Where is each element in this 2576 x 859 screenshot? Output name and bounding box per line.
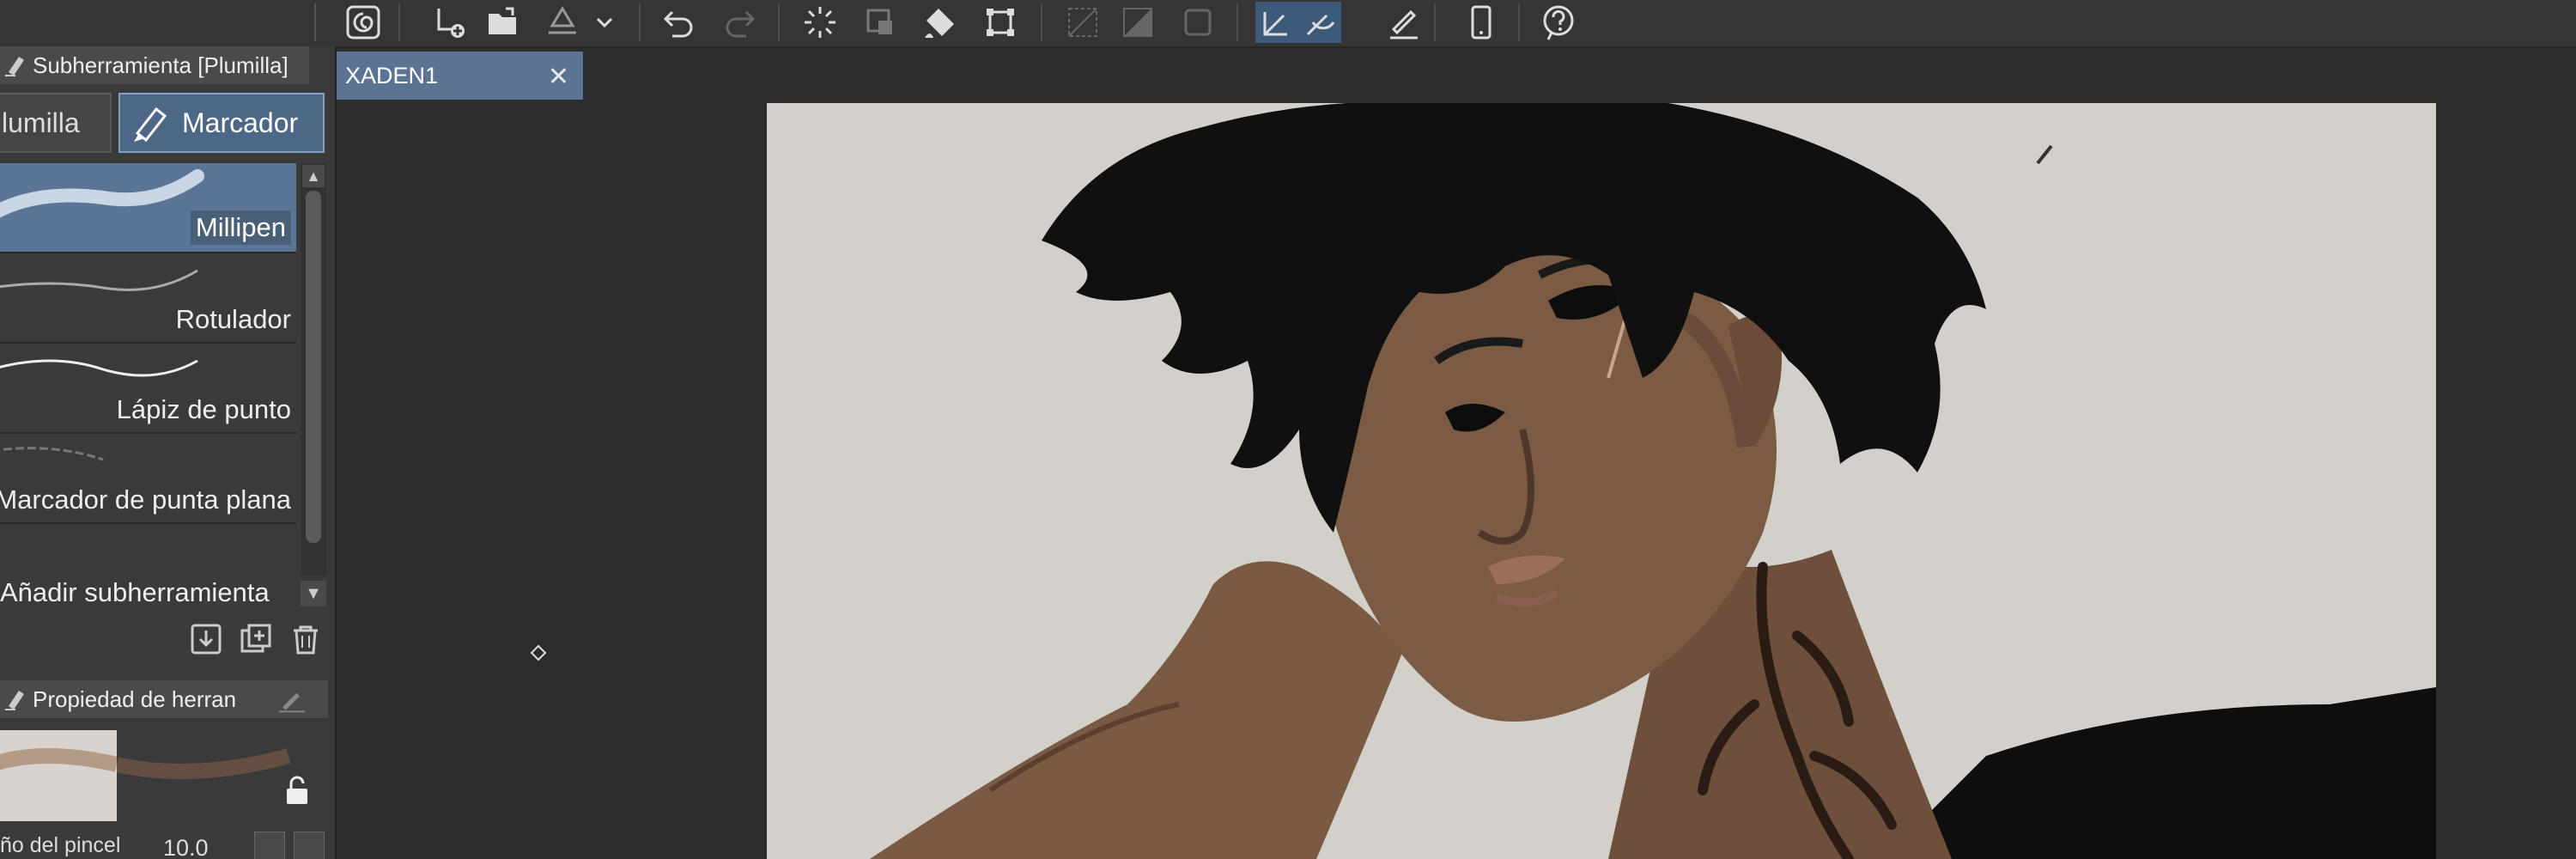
loading-icon[interactable] (799, 2, 841, 43)
snap-icon[interactable] (1255, 2, 1298, 43)
redo-icon[interactable] (718, 2, 761, 43)
brush-item-lapiz-de-punto[interactable]: Lápiz de punto (0, 344, 296, 434)
export-icon[interactable] (541, 2, 584, 43)
help-icon[interactable] (1537, 2, 1580, 43)
new-layer-icon[interactable] (429, 2, 472, 43)
import-icon[interactable] (187, 620, 225, 658)
brush-name: Rotulador (175, 304, 291, 334)
pen-tool-icon (5, 691, 24, 710)
pen-edit-icon[interactable] (276, 684, 307, 715)
brush-name: Marcador de punta plana (0, 484, 291, 515)
deselect-icon[interactable] (1061, 2, 1104, 43)
toolbar-separator (1518, 3, 1520, 41)
toolbar-separator (1041, 3, 1042, 41)
tab-plumilla-label: lumilla (2, 107, 80, 138)
main-toolbar (0, 0, 2576, 48)
toolbar-separator (778, 3, 780, 41)
cursor-icon (530, 644, 547, 661)
brush-name: Lápiz de punto (116, 394, 291, 424)
crop-icon[interactable] (979, 2, 1022, 43)
tab-marcador[interactable]: Marcador (118, 93, 325, 153)
brush-list-scrollbar[interactable]: ▲ (301, 163, 326, 576)
toolbar-separator (1434, 3, 1436, 41)
invert-selection-icon[interactable] (1116, 2, 1159, 43)
tool-property-panel-header[interactable]: Propiedad de herran (0, 680, 258, 718)
chevron-down-icon[interactable]: ▼ (301, 581, 326, 606)
brush-size-label: ño del pincel (0, 833, 121, 857)
pen-tool-icon (5, 57, 24, 76)
brush-size-value[interactable]: 10.0 (163, 835, 209, 859)
undo-icon[interactable] (658, 2, 701, 43)
brush-item-rotulador[interactable]: Rotulador (0, 253, 296, 344)
scroll-thumb[interactable] (306, 191, 321, 543)
brush-item-marcador-punta-plana[interactable]: Marcador de punta plana (0, 434, 296, 524)
transform-icon[interactable] (859, 2, 902, 43)
panel-header-extra (258, 680, 328, 718)
subtool-panel-header[interactable]: Subherramienta [Plumilla] (0, 46, 309, 84)
scroll-up-icon[interactable]: ▲ (302, 165, 325, 187)
duplicate-icon[interactable] (237, 620, 275, 658)
add-subtool-label[interactable]: Añadir subherramienta (0, 577, 270, 608)
marker-icon (134, 107, 167, 143)
tab-marcador-label: Marcador (182, 107, 299, 138)
ruler-snap-icon[interactable] (1298, 2, 1341, 43)
selection-icon[interactable] (1176, 2, 1219, 43)
brush-size-check-button[interactable] (254, 832, 285, 859)
toolbar-separator (639, 3, 641, 41)
pen-pressure-icon[interactable] (1382, 2, 1425, 43)
tool-property-title: Propiedad de herran (33, 685, 237, 712)
brush-name: Millipen (190, 210, 291, 245)
brush-list: Millipen Rotulador Lápiz de punto Marcad… (0, 163, 301, 576)
document-tab[interactable]: XADEN1 ✕ (337, 52, 583, 100)
document-tab-label: XADEN1 (345, 62, 439, 88)
brush-preview-light (0, 730, 117, 821)
toolbar-separator (398, 3, 400, 41)
open-file-icon[interactable] (481, 2, 524, 43)
brush-item-millipen[interactable]: Millipen (0, 163, 296, 253)
subtool-panel: Subherramienta [Plumilla] lumilla Marcad… (0, 46, 337, 859)
mobile-icon[interactable] (1460, 2, 1503, 43)
close-icon[interactable]: ✕ (548, 62, 569, 92)
subtool-panel-title: Subherramienta [Plumilla] (33, 52, 289, 78)
trash-icon[interactable] (287, 620, 325, 658)
app-logo-icon[interactable] (342, 2, 385, 43)
fill-icon[interactable] (919, 2, 962, 43)
lock-icon[interactable] (282, 775, 313, 806)
dropdown-icon[interactable] (592, 2, 617, 43)
artboard-illustration[interactable] (767, 103, 2436, 859)
portrait-illustration (870, 103, 2436, 859)
chevron-up-icon[interactable] (294, 832, 325, 859)
tab-plumilla[interactable]: lumilla (0, 93, 112, 153)
toolbar-separator (1236, 3, 1238, 41)
toolbar-grip (314, 3, 316, 41)
